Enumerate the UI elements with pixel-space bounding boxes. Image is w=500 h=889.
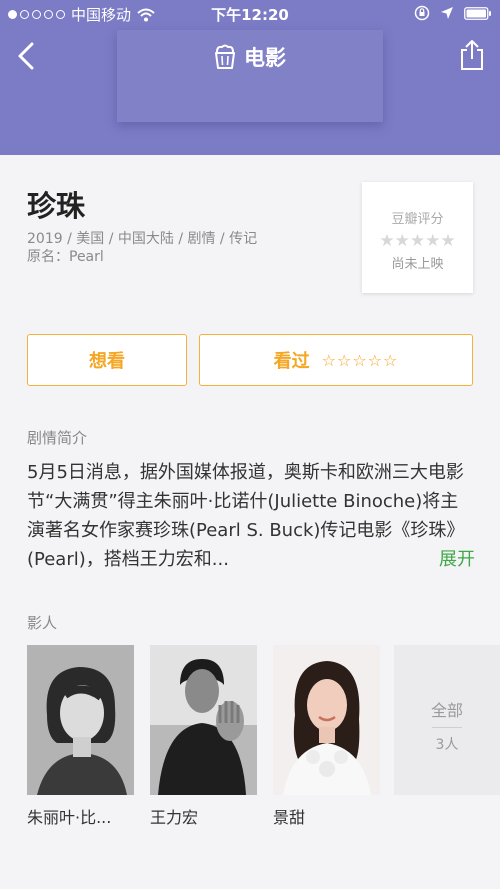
seen-label: 看过 (273, 351, 310, 372)
movie-title: 珍珠 (27, 189, 86, 223)
cast-item[interactable]: 朱丽叶·比... (27, 645, 134, 828)
all-cast-button[interactable]: 全部 3人 (394, 645, 500, 795)
rating-stars-icon: ★★★★★ (379, 231, 456, 251)
want-to-watch-button[interactable]: 想看 (27, 334, 187, 386)
location-icon (441, 7, 453, 19)
cast-list: 朱丽叶·比... 王力宏 景甜 (27, 645, 380, 828)
movie-info-line: 2019 / 美国 / 中国大陆 / 剧情 / 传记 (27, 231, 258, 247)
synopsis-heading: 剧情简介 (27, 429, 88, 447)
all-cast-count: 3人 (435, 737, 459, 753)
all-cast-label: 全部 (430, 701, 463, 720)
header-banner: 中国移动 下午12:20 电影 (0, 0, 500, 155)
cast-photo (150, 645, 257, 795)
nav-title-label: 电影 (244, 46, 286, 70)
cast-name: 王力宏 (150, 808, 199, 827)
divider (432, 727, 462, 728)
battery-icon (464, 6, 491, 20)
cast-name: 景甜 (273, 808, 306, 827)
cast-photo (273, 645, 380, 795)
status-bar: 中国移动 下午12:20 (0, 0, 500, 28)
popcorn-icon (215, 44, 235, 69)
nav-bar: 电影 (0, 30, 500, 82)
expand-link[interactable]: 展开 (439, 545, 475, 574)
rotation-lock-icon (414, 5, 430, 21)
rate-stars-icon: ☆☆☆☆☆ (321, 350, 399, 370)
rating-status: 尚未上映 (391, 257, 444, 272)
want-label: 想看 (89, 351, 125, 372)
synopsis-text: 5月5日消息，据外国媒体报道，奥斯卡和欧洲三大电影节“大满贯”得主朱丽叶·比诺什… (27, 462, 465, 570)
movie-meta: 2019 / 美国 / 中国大陆 / 剧情 / 传记 原名：Pearl (27, 230, 257, 266)
rating-label: 豆瓣评分 (391, 212, 444, 227)
page-title: 电影 (0, 42, 500, 72)
share-icon[interactable] (458, 38, 486, 72)
watched-button[interactable]: 看过 ☆☆☆☆☆ (199, 334, 473, 386)
cast-item[interactable]: 王力宏 (150, 645, 257, 828)
cast-item[interactable]: 景甜 (273, 645, 380, 828)
cast-heading: 影人 (27, 614, 58, 632)
movie-detail: 珍珠 2019 / 美国 / 中国大陆 / 剧情 / 传记 原名：Pearl 豆… (0, 155, 500, 889)
movie-original-title: 原名：Pearl (27, 249, 104, 265)
cast-name: 朱丽叶·比... (27, 808, 112, 827)
cast-photo (27, 645, 134, 795)
rating-card[interactable]: 豆瓣评分 ★★★★★ 尚未上映 (362, 182, 473, 293)
synopsis-text-block: 5月5日消息，据外国媒体报道，奥斯卡和欧洲三大电影节“大满贯”得主朱丽叶·比诺什… (27, 458, 475, 574)
